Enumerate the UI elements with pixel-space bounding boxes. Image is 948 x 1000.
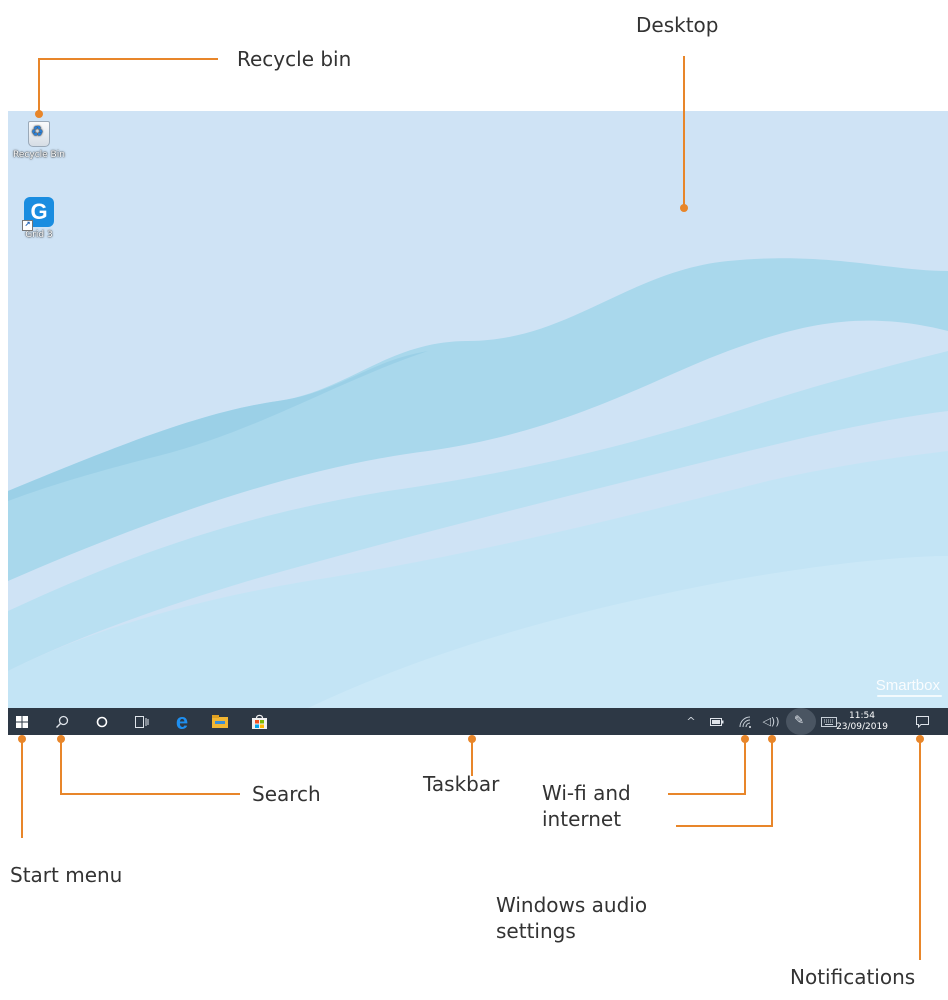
file-explorer-button[interactable] [207, 708, 233, 735]
desktop-icon-label: Recycle Bin [13, 150, 65, 160]
wifi-callout-line [744, 738, 746, 795]
annotation-search: Search [252, 782, 321, 806]
volume-button[interactable]: ◁)) [760, 708, 782, 735]
grid-3-app-icon: G ↗ [22, 197, 54, 231]
battery-button[interactable] [708, 708, 726, 735]
annotation-desktop: Desktop [636, 13, 719, 37]
annotation-wifi: Wi-fi and internet [542, 780, 631, 832]
windows-logo-icon [16, 715, 28, 728]
wifi-button[interactable] [736, 708, 754, 735]
file-explorer-icon [212, 715, 228, 728]
store-icon [251, 714, 267, 729]
grid-3-logo-letter: G [30, 199, 48, 224]
recycle-bin-icon [28, 121, 50, 147]
smartbox-logo: Smartbox [875, 677, 943, 697]
chevron-up-icon: ^ [686, 715, 696, 728]
annotation-taskbar: Taskbar [423, 772, 500, 796]
start-button[interactable] [9, 708, 35, 735]
store-button[interactable] [246, 708, 272, 735]
pen-icon: ✎ [794, 713, 805, 727]
recycle-bin-callout-line [38, 58, 40, 114]
annotation-audio-line-1: Windows audio [496, 893, 648, 917]
wifi-icon [739, 716, 751, 728]
desktop-callout-line [683, 56, 685, 208]
annotation-audio: Windows audio settings [496, 892, 647, 944]
notifications-callout-line [919, 738, 921, 960]
clock-time: 11:54 [849, 711, 875, 721]
start-menu-callout-line [21, 738, 23, 838]
wifi-callout-line [668, 793, 746, 795]
taskbar[interactable]: e ^ ◁)) ✎ 11:54 23/09/2019 [8, 708, 948, 735]
recycle-bin-callout-dot [35, 110, 43, 118]
annotation-start-menu: Start menu [10, 863, 123, 887]
taskbar-clock[interactable]: 11:54 23/09/2019 [830, 711, 894, 733]
annotation-wifi-line-2: internet [542, 807, 622, 831]
pen-workspace-button[interactable]: ✎ [786, 708, 816, 735]
desktop-icon-label: Grid 3 [25, 230, 53, 240]
desktop-icon-recycle-bin[interactable]: Recycle Bin [8, 121, 70, 160]
cortana-button[interactable] [89, 708, 115, 735]
audio-callout-line [771, 738, 773, 826]
search-button[interactable] [49, 708, 75, 735]
desktop-icon-grid-3[interactable]: G ↗ Grid 3 [8, 197, 70, 240]
desktop-callout-dot [680, 204, 688, 212]
task-view-button[interactable] [129, 708, 155, 735]
notifications-icon [915, 715, 929, 728]
edge-button[interactable]: e [169, 708, 195, 735]
annotation-wifi-line-1: Wi-fi and [542, 781, 631, 805]
task-view-icon [135, 715, 149, 728]
annotation-audio-line-2: settings [496, 919, 576, 943]
search-icon [56, 715, 69, 728]
clock-date: 23/09/2019 [836, 722, 888, 732]
annotation-notifications: Notifications [790, 965, 916, 989]
desktop[interactable]: Recycle Bin G ↗ Grid 3 Smartbox [8, 111, 948, 708]
cortana-icon [96, 716, 108, 727]
wallpaper-waves [8, 258, 948, 708]
battery-icon [710, 717, 724, 726]
edge-icon: e [175, 708, 189, 734]
volume-icon: ◁)) [762, 715, 780, 728]
shortcut-arrow-icon: ↗ [22, 220, 33, 231]
recycle-bin-callout-line [38, 58, 218, 60]
search-callout-line [60, 738, 62, 794]
notifications-button[interactable] [910, 708, 934, 735]
search-callout-line [60, 793, 240, 795]
show-hidden-icons-button[interactable]: ^ [682, 708, 700, 735]
annotation-recycle-bin: Recycle bin [237, 47, 352, 71]
audio-callout-line [676, 825, 773, 827]
